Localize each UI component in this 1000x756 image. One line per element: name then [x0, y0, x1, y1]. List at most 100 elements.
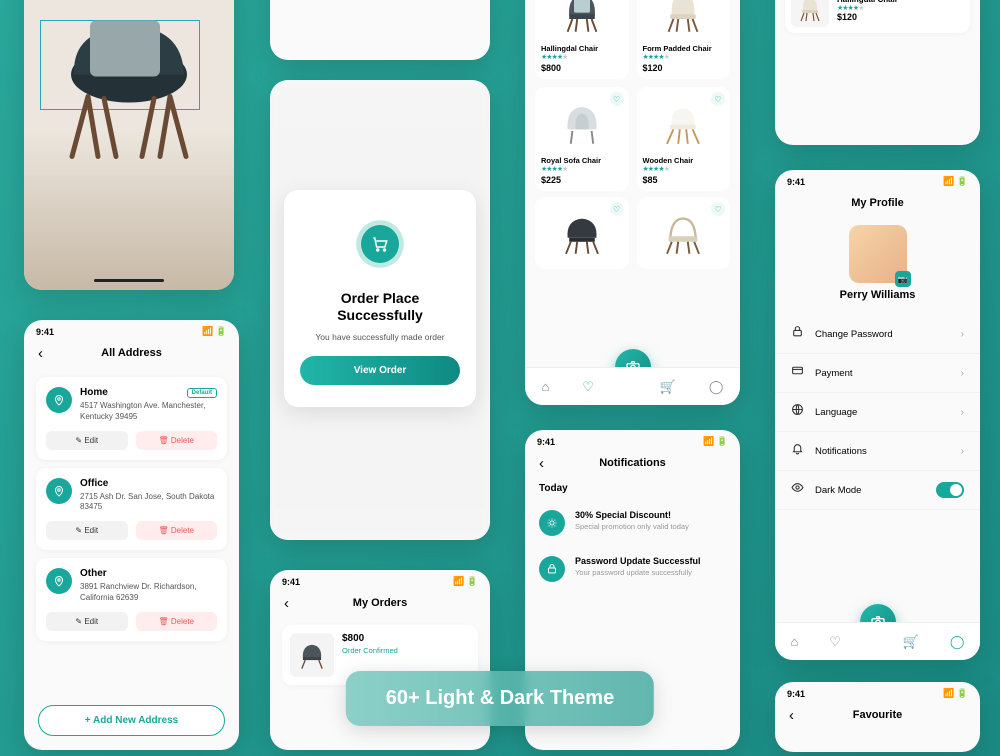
heart-icon[interactable]: ♡	[829, 634, 841, 650]
success-modal: Order PlaceSuccessfully You have success…	[284, 190, 476, 407]
status-bar: 9:41 📶 🔋	[775, 682, 980, 705]
screen-cart-list: Sofa Chair ★★★★★ $1200 Hallingdal Chair …	[775, 0, 980, 145]
camera-icon[interactable]: 📷	[895, 271, 911, 287]
product-image	[643, 0, 725, 41]
home-icon[interactable]: ⌂	[790, 634, 798, 649]
notification-item[interactable]: 30% Special Discount!Special promotion o…	[525, 500, 740, 546]
address-text: 4517 Washington Ave. Manchester, Kentuck…	[80, 401, 217, 423]
cart-icon[interactable]: 🛒	[903, 634, 919, 650]
notification-desc: Special promotion only valid today	[575, 522, 689, 531]
lock-icon	[539, 556, 565, 582]
chevron-right-icon: ›	[961, 446, 964, 457]
product-card[interactable]: ♡	[637, 197, 731, 269]
cart-icon[interactable]: 🛒	[660, 379, 676, 395]
cart-icon	[361, 225, 399, 263]
delete-button[interactable]: 🗑 Delete	[136, 521, 218, 540]
home-icon[interactable]: ⌂	[541, 379, 549, 394]
lock-icon	[791, 325, 805, 343]
bottom-nav: ⌂ ♡ 🛒 ◯	[775, 622, 980, 660]
address-card: Other 3891 Ranchview Dr. Richardson, Cal…	[36, 558, 227, 641]
cart-item[interactable]: Hallingdal Chair ★★★★★ $120	[785, 0, 970, 33]
product-card[interactable]: ♡ Form Padded Chair ★★★★★ $120	[637, 0, 731, 79]
bottom-nav: ⌂ ♡ 🛒 ◯	[525, 367, 740, 405]
screen-product-photo	[24, 0, 234, 290]
address-text: 2715 Ash Dr. San Jose, South Dakota 8347…	[80, 492, 217, 514]
screen-favourite: 9:41 📶 🔋 ‹ Favourite	[775, 682, 980, 752]
screen-products: ♡ Hallingdal Chair ★★★★★ $800 ♡ Form Pad…	[525, 0, 740, 405]
bell-icon	[791, 442, 805, 460]
edit-button[interactable]: ✎ Edit	[46, 431, 128, 450]
promo-banner: 60+ Light & Dark Theme	[346, 671, 654, 726]
product-price: $800	[541, 63, 623, 73]
page-title: Notifications	[599, 457, 666, 469]
order-status: Order Confirmed	[342, 646, 398, 655]
status-time: 9:41	[787, 177, 805, 187]
page-title: Favourite	[853, 709, 903, 721]
section-today: Today	[525, 479, 740, 500]
notification-title: Password Update Successful	[575, 556, 701, 566]
back-icon[interactable]: ‹	[38, 345, 43, 362]
screen-pay-now: Price include all taxes Pay Now	[270, 0, 490, 60]
order-price: $800	[342, 633, 398, 644]
product-card[interactable]: ♡ Hallingdal Chair ★★★★★ $800	[535, 0, 629, 79]
product-card[interactable]: ♡ Wooden Chair ★★★★★ $85	[637, 87, 731, 191]
notification-item[interactable]: Password Update SuccessfulYour password …	[525, 546, 740, 592]
user-icon[interactable]: ◯	[950, 634, 965, 650]
address-text: 3891 Ranchview Dr. Richardson, Californi…	[80, 582, 217, 604]
chair-illustration	[54, 0, 204, 167]
profile-row-language[interactable]: Language ›	[775, 393, 980, 432]
product-price: $120	[643, 63, 725, 73]
product-image	[541, 0, 623, 41]
product-card[interactable]: ♡ Royal Sofa Chair ★★★★★ $225	[535, 87, 629, 191]
back-icon[interactable]: ‹	[789, 707, 794, 724]
rating-stars: ★★★★★	[837, 4, 898, 12]
home-bar	[94, 279, 164, 282]
product-price: $225	[541, 175, 623, 185]
status-time: 9:41	[282, 577, 300, 587]
status-signal: 📶 🔋	[943, 688, 968, 699]
globe-icon	[791, 403, 805, 421]
edit-button[interactable]: ✎ Edit	[46, 521, 128, 540]
edit-button[interactable]: ✎ Edit	[46, 612, 128, 631]
profile-row-payment[interactable]: Payment ›	[775, 354, 980, 393]
product-name: Hallingdal Chair	[541, 44, 623, 53]
profile-row-label: Language	[815, 407, 951, 418]
cart-item-price: $120	[837, 12, 898, 22]
heart-icon[interactable]: ♡	[711, 92, 725, 106]
product-card[interactable]: ♡	[535, 197, 629, 269]
user-icon[interactable]: ◯	[709, 379, 724, 395]
pin-icon	[46, 387, 72, 413]
product-photo	[24, 0, 234, 290]
heart-icon[interactable]: ♡	[610, 92, 624, 106]
delete-button[interactable]: 🗑 Delete	[136, 612, 218, 631]
profile-row-change-password[interactable]: Change Password ›	[775, 315, 980, 354]
screen-addresses: 9:41 📶 🔋 ‹ All Address HomeDefault 4517 …	[24, 320, 239, 750]
heart-icon[interactable]: ♡	[582, 379, 594, 395]
eye-icon	[791, 481, 805, 499]
heart-icon[interactable]: ♡	[610, 202, 624, 216]
view-order-button[interactable]: View Order	[300, 356, 460, 385]
page-title: My Orders	[353, 597, 407, 609]
rating-stars: ★★★★★	[541, 53, 623, 61]
delete-button[interactable]: 🗑 Delete	[136, 431, 218, 450]
back-icon[interactable]: ‹	[284, 595, 289, 612]
chevron-right-icon: ›	[961, 329, 964, 340]
status-time: 9:41	[787, 689, 805, 699]
status-bar: 9:41📶 🔋	[270, 570, 490, 593]
back-icon[interactable]: ‹	[539, 455, 544, 472]
order-thumb	[290, 633, 334, 677]
add-address-button[interactable]: + Add New Address	[38, 705, 225, 736]
avatar[interactable]: 📷	[849, 225, 907, 283]
profile-row-dark-mode[interactable]: Dark Mode	[775, 471, 980, 510]
profile-row-notifications[interactable]: Notifications ›	[775, 432, 980, 471]
status-bar: 9:41 📶 🔋	[24, 320, 239, 343]
pin-icon	[46, 568, 72, 594]
chevron-right-icon: ›	[961, 407, 964, 418]
status-bar: 9:41 📶 🔋	[775, 170, 980, 193]
rating-stars: ★★★★★	[643, 165, 725, 173]
pin-icon	[46, 478, 72, 504]
heart-icon[interactable]: ♡	[711, 202, 725, 216]
dark-mode-toggle[interactable]	[936, 482, 964, 498]
status-signal: 📶 🔋	[943, 176, 968, 187]
header: ‹ All Address	[24, 343, 239, 369]
